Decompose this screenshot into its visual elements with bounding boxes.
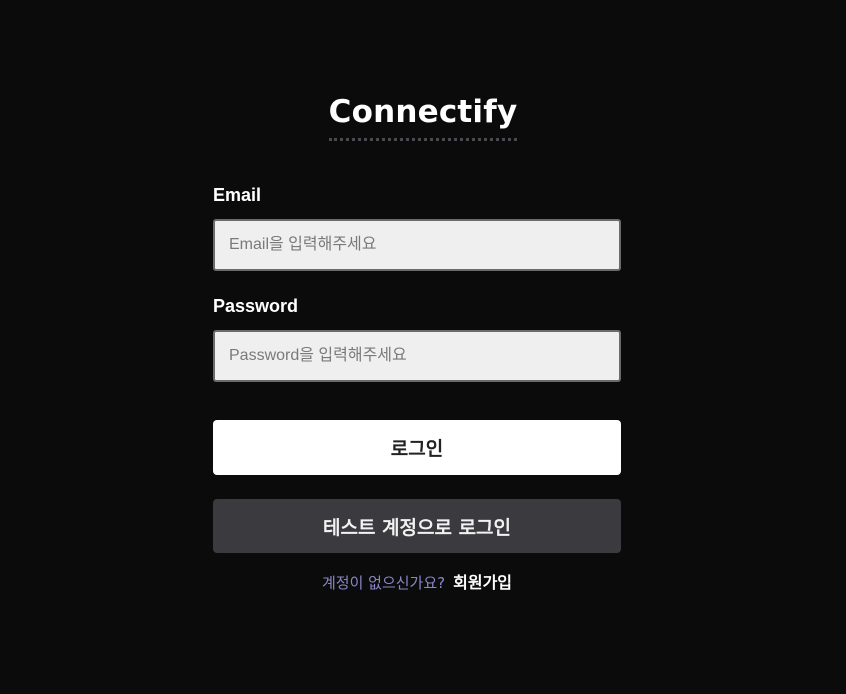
password-field[interactable] xyxy=(213,330,621,382)
email-label: Email xyxy=(213,185,262,205)
test-account-login-button[interactable]: 테스트 계정으로 로그인 xyxy=(213,499,621,553)
login-page: Connectify Email Password 로그인 테스트 계정으로 로… xyxy=(0,0,846,694)
logo-container: Connectify xyxy=(0,92,846,141)
app-logo: Connectify xyxy=(328,92,518,141)
signup-link[interactable]: 회원가입 xyxy=(453,572,512,594)
password-label: Password xyxy=(213,296,299,316)
signup-prompt: 계정이 없으신가요? xyxy=(321,574,446,592)
email-field[interactable] xyxy=(213,219,621,271)
login-button[interactable]: 로그인 xyxy=(213,420,621,475)
signup-row: 계정이 없으신가요? 회원가입 xyxy=(213,572,621,594)
